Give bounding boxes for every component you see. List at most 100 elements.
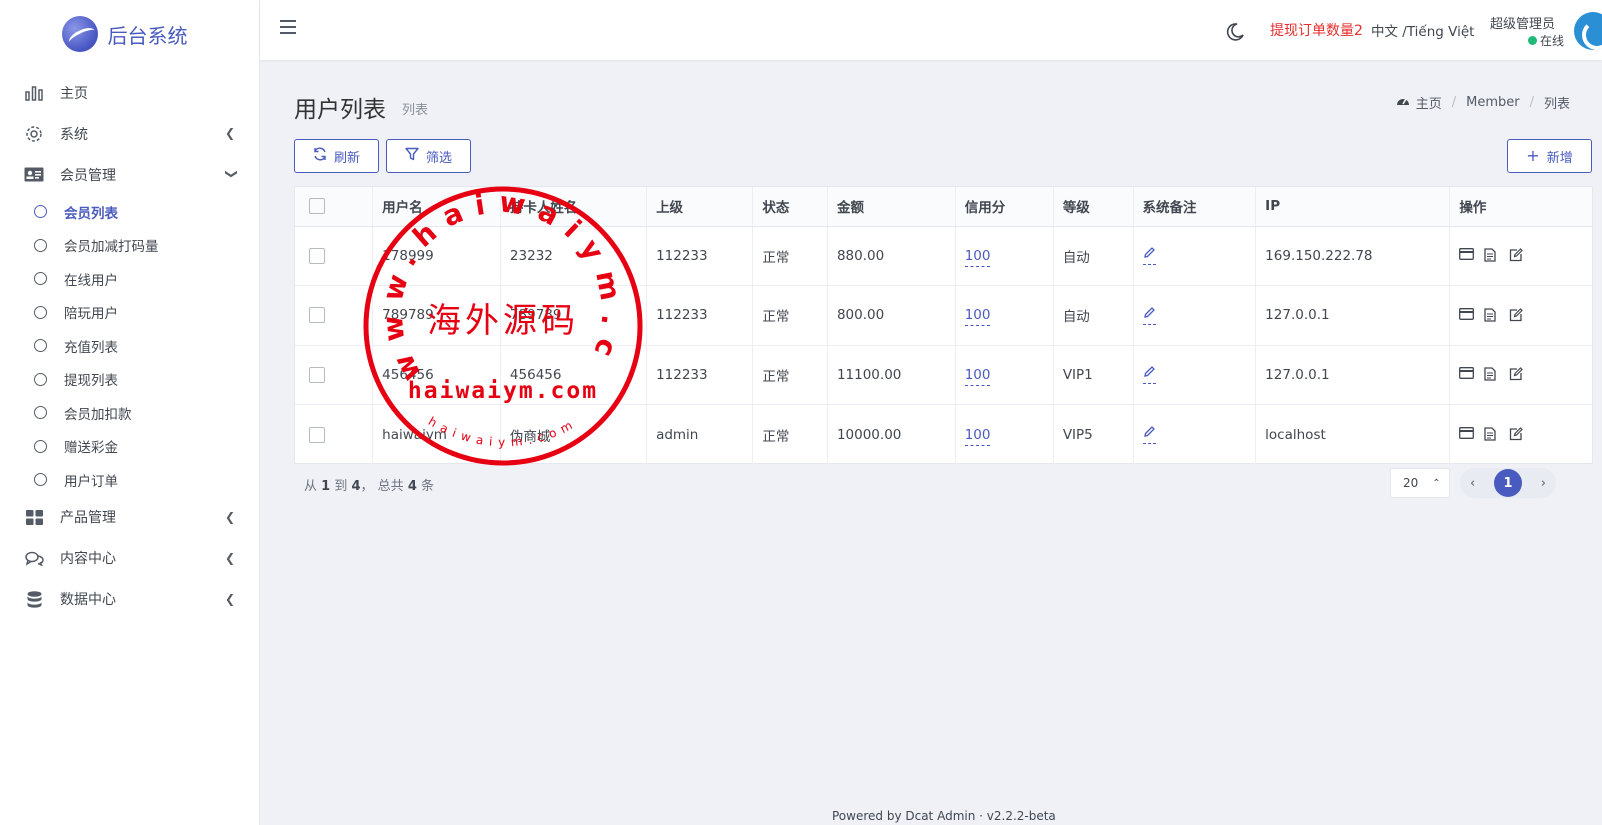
add-new-button[interactable]: + 新增 [1507,139,1592,173]
row-checkbox[interactable] [309,307,325,324]
row-checkbox[interactable] [309,426,325,443]
refresh-button[interactable]: 刷新 [294,139,379,173]
sidebar-subitem-label: 会员列表 [64,205,118,222]
per-page-select[interactable]: 20 ⌃ [1390,468,1450,498]
column-header[interactable]: 系统备注 [1133,187,1257,227]
cell-parent: 112233 [646,345,754,405]
edit-remark-pencil-icon[interactable] [1142,425,1156,444]
sidebar-item-data[interactable]: 数据中心 ❮ [0,579,259,620]
sidebar-item-products[interactable]: 产品管理 ❮ [0,497,259,538]
avatar[interactable] [1574,12,1602,50]
dark-mode-moon-icon[interactable] [1225,22,1245,42]
circle-icon [34,305,47,319]
sidebar-item-label: 会员管理 [60,167,116,184]
card-icon[interactable] [1459,248,1475,263]
detail-document-icon[interactable] [1484,248,1499,263]
circle-icon [34,238,47,252]
summary-text: 到 [334,479,348,494]
breadcrumb-member[interactable]: Member [1466,95,1519,110]
breadcrumb-separator: / [1451,95,1457,110]
filter-button[interactable]: 筛选 [386,139,471,173]
card-icon[interactable] [1459,427,1475,442]
menu-toggle-icon[interactable] [280,20,296,34]
column-header[interactable]: 金额 [827,187,956,227]
sidebar-item-system[interactable]: 系统 ❮ [0,113,259,154]
sidebar-subitem-label: 会员加减打码量 [64,239,159,256]
card-icon[interactable] [1459,367,1475,382]
edit-icon[interactable] [1509,427,1524,442]
table-row: haiwaiym 伪商城 admin 正常 10000.00 100 VIP5 localho… [295,404,1592,464]
sidebar-item-label: 内容中心 [60,551,116,567]
dashboard-icon [1396,95,1410,111]
column-header[interactable]: 操作 [1449,187,1592,227]
row-checkbox[interactable] [309,366,325,383]
sidebar-subitem-label: 会员加扣款 [64,406,132,423]
page-number-current[interactable]: 1 [1494,469,1522,497]
table-row: 789789 789789 112233 正常 800.00 100 自动 127.0.0.1 [295,285,1592,346]
plus-icon: + [1526,146,1540,165]
sidebar-subitem-bonus[interactable]: 赠送彩金 [0,430,259,464]
cell-ip: 127.0.0.1 [1255,285,1451,346]
cell-status: 正常 [752,345,828,405]
summary-text: 从 [304,479,318,494]
row-actions [1459,367,1592,382]
cell-level: VIP5 [1053,404,1134,464]
detail-document-icon[interactable] [1484,367,1499,382]
circle-icon [34,339,47,353]
column-header[interactable]: 信用分 [955,187,1054,227]
chevron-left-icon: ❮ [224,550,235,565]
sidebar-item-home[interactable]: 主页 [0,72,259,113]
column-header[interactable]: 上级 [646,187,754,227]
select-all-checkbox[interactable] [309,198,325,215]
powered-by-footer: Powered by Dcat Admin · v2.2.2-beta [832,809,1056,823]
credit-score-editable[interactable]: 100 [964,366,991,386]
sidebar-item-label: 产品管理 [60,510,116,526]
cell-ip: localhost [1255,404,1451,464]
summary-total: 4 [407,479,417,494]
credit-score-editable[interactable]: 100 [964,247,991,267]
id-card-icon [24,165,44,185]
edit-remark-pencil-icon[interactable] [1142,306,1156,325]
brand[interactable]: 后台系统 [0,0,259,68]
user-role[interactable]: 超级管理员 [1490,13,1555,32]
column-header[interactable]: 持卡人姓名 [500,187,648,227]
sidebar-subitem-user-orders[interactable]: 用户订单 [0,463,259,497]
column-header[interactable]: 状态 [752,187,828,227]
edit-remark-pencil-icon[interactable] [1142,246,1156,266]
sidebar-subitem-member-betting[interactable]: 会员加减打码量 [0,229,259,263]
withdraw-alert-link[interactable]: 提现订单数量2 [1270,20,1363,40]
breadcrumb-home[interactable]: 主页 [1416,93,1442,112]
credit-score-editable[interactable]: 100 [964,307,991,327]
row-checkbox[interactable] [309,247,325,264]
sidebar-item-label: 系统 [60,126,88,143]
edit-icon[interactable] [1509,367,1524,382]
sidebar-subitem-member-list[interactable]: 会员列表 [0,195,259,229]
sidebar-subitem-companion-users[interactable]: 陪玩用户 [0,296,259,330]
table-header-row: 用户名 持卡人姓名 上级 状态 金额 信用分 等级 系统备注 IP 操作 [295,187,1592,227]
sidebar-item-content[interactable]: 内容中心 ❮ [0,538,259,579]
column-header[interactable]: 等级 [1053,187,1134,227]
column-header[interactable]: IP [1255,187,1451,227]
edit-icon[interactable] [1509,248,1524,263]
sidebar-subitem-recharge-list[interactable]: 充值列表 [0,329,259,363]
detail-document-icon[interactable] [1484,308,1499,323]
refresh-icon [313,147,327,165]
next-page-icon[interactable]: › [1541,476,1546,491]
sidebar-item-member[interactable]: 会员管理 ❮ [0,154,259,195]
cell-cardholder: 789789 [500,285,648,346]
brand-logo-icon [61,16,98,52]
refresh-label: 刷新 [333,150,360,166]
prev-page-icon[interactable]: ‹ [1470,476,1475,491]
sidebar-subitem-online-users[interactable]: 在线用户 [0,262,259,296]
detail-document-icon[interactable] [1484,427,1499,442]
cell-amount: 880.00 [827,226,956,286]
language-switch[interactable]: 中文 /Tiếng Việt [1371,20,1474,40]
sidebar-nav: 主页 系统 ❮ 会员管理 ❮ 会员列表 会员加减打码量 在线用户 陪玩用户 充值… [0,68,259,620]
sidebar-subitem-withdraw-list[interactable]: 提现列表 [0,363,259,397]
credit-score-editable[interactable]: 100 [964,426,991,446]
edit-remark-pencil-icon[interactable] [1142,365,1156,385]
card-icon[interactable] [1459,307,1475,323]
column-header[interactable]: 用户名 [372,187,501,227]
edit-icon[interactable] [1509,307,1524,323]
sidebar-subitem-member-adjust[interactable]: 会员加扣款 [0,396,259,430]
